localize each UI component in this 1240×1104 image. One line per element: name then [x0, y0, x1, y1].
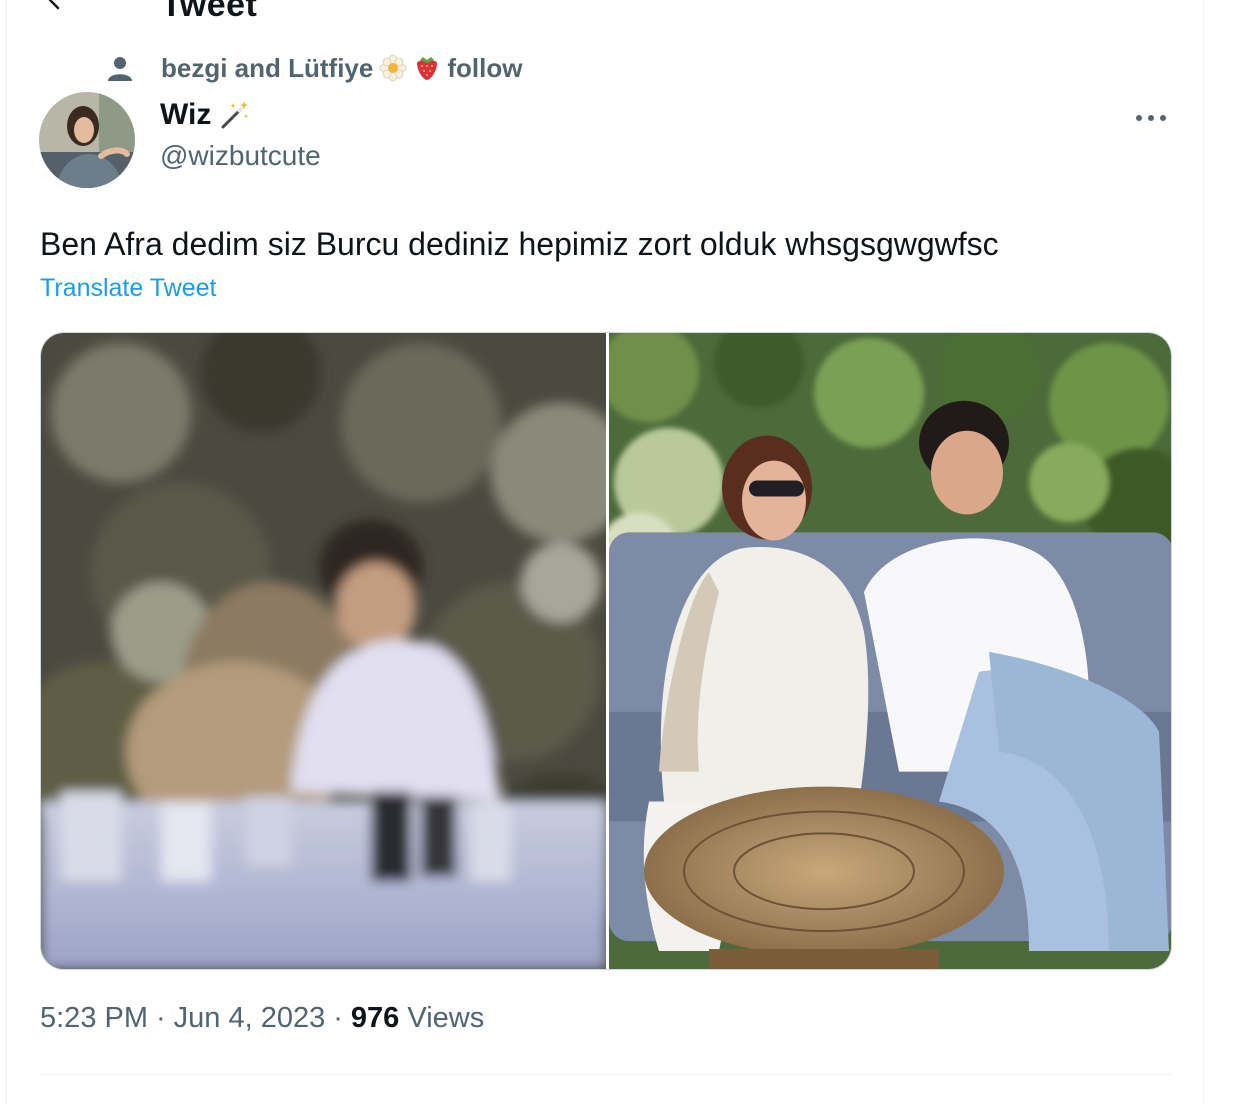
more-dots-icon — [1135, 109, 1167, 127]
top-bar: Tweet — [7, 0, 1203, 24]
person-icon — [107, 55, 133, 81]
tweet-media — [40, 332, 1172, 970]
blossom-emoji — [379, 54, 407, 82]
author-handle[interactable]: @wizbutcute — [160, 140, 321, 172]
tweet-meta: 5:23 PM · Jun 4, 2023 · 976 Views — [40, 1002, 484, 1035]
views-label: Views — [407, 1002, 485, 1034]
more-options-button[interactable] — [1131, 104, 1171, 132]
tweet-text: Ben Afra dedim siz Burcu dediniz hepimiz… — [40, 226, 999, 262]
media-photo-right[interactable] — [609, 333, 1171, 969]
follow-link[interactable]: follow — [447, 53, 522, 84]
social-context-names: bezgi and Lütfiye — [161, 52, 374, 83]
media-photo-left[interactable] — [41, 333, 606, 969]
meta-separator: · — [333, 1002, 343, 1034]
tweet-date[interactable]: Jun 4, 2023 — [174, 1002, 326, 1035]
views-stat: 976 Views — [351, 1002, 484, 1035]
author-name-text: Wiz — [160, 98, 212, 131]
views-count: 976 — [350, 1002, 400, 1034]
author-display-name[interactable]: Wiz — [160, 98, 251, 132]
tweet-time[interactable]: 5:23 PM — [40, 1002, 148, 1035]
translate-tweet-link[interactable]: Translate Tweet — [40, 274, 216, 303]
strawberry-emoji — [413, 54, 441, 82]
magic-wand-emoji — [219, 99, 251, 131]
page-title: Tweet — [161, 0, 258, 24]
social-context: bezgi and Lütfiye follow — [107, 48, 522, 88]
social-context-text[interactable]: bezgi and Lütfiye — [161, 53, 441, 84]
meta-separator: · — [156, 1002, 166, 1034]
avatar[interactable] — [39, 92, 135, 188]
divider — [40, 1074, 1172, 1075]
arrow-left-icon[interactable] — [43, 0, 67, 12]
tweet-column: Tweet bezgi and Lütfiye follow Wiz @wizb… — [6, 0, 1204, 1104]
